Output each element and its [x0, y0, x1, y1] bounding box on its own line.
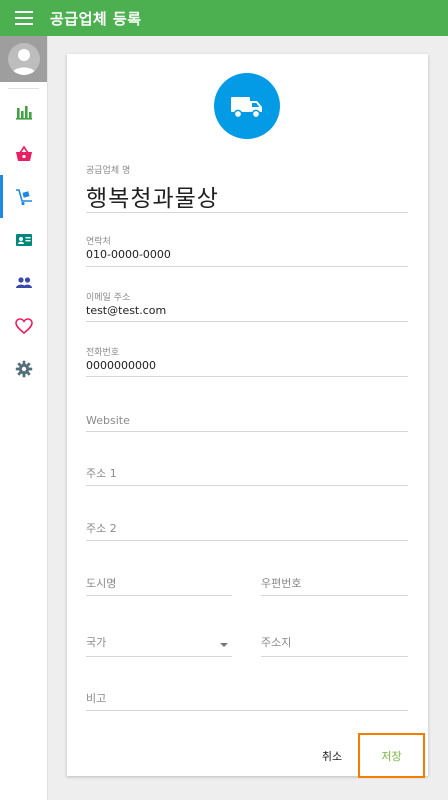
email-value: test@test.com	[86, 304, 167, 317]
address1-field[interactable]: 주소 1	[86, 464, 408, 486]
sidebar-item-orders[interactable]	[0, 132, 47, 175]
cancel-button[interactable]: 취소	[310, 733, 354, 778]
sidebar-item-dashboard[interactable]	[0, 89, 47, 132]
sidebar-item-settings[interactable]	[0, 347, 47, 390]
address1-placeholder: 주소 1	[86, 467, 117, 480]
state-placeholder: 주소지	[261, 636, 292, 649]
note-placeholder: 비고	[86, 692, 107, 705]
page-title: 공급업체 등록	[50, 9, 142, 28]
supplier-name-label: 공급업체 명	[86, 166, 131, 176]
app-bar: 공급업체 등록	[0, 0, 448, 36]
sidebar-item-suppliers[interactable]	[0, 175, 47, 218]
zip-placeholder: 우편번호	[261, 577, 302, 590]
sidebar-item-contacts[interactable]	[0, 218, 47, 261]
country-placeholder: 국가	[86, 636, 107, 649]
save-button[interactable]: 저장	[358, 733, 425, 778]
shopping-basket-icon	[15, 145, 32, 161]
city-placeholder: 도시명	[86, 577, 117, 590]
supplier-avatar	[214, 73, 280, 139]
chevron-down-icon	[220, 643, 228, 647]
hand-truck-icon	[15, 188, 32, 205]
website-placeholder: Website	[86, 414, 130, 427]
people-icon	[15, 276, 32, 288]
phone-field[interactable]: 전화번호 0000000000	[86, 345, 408, 377]
user-avatar-icon	[7, 43, 40, 75]
note-field[interactable]: 비고	[86, 687, 408, 711]
address2-field[interactable]: 주소 2	[86, 518, 408, 541]
sidebar	[0, 36, 48, 800]
truck-icon	[231, 97, 262, 119]
phone-label: 전화번호	[86, 348, 120, 358]
zip-field[interactable]: 우편번호	[261, 573, 408, 596]
sidebar-item-customers[interactable]	[0, 261, 47, 304]
supplier-name-field[interactable]: 공급업체 명 행복청과물상	[86, 161, 408, 213]
sidebar-item-favorites[interactable]	[0, 304, 47, 347]
menu-button[interactable]	[0, 0, 48, 36]
id-card-icon	[15, 233, 32, 246]
supplier-form-card: 공급업체 명 행복청과물상 연락처 010-0000-0000 이메일 주소 t…	[67, 54, 428, 778]
city-field[interactable]: 도시명	[86, 573, 232, 596]
supplier-name-value: 행복청과물상	[86, 186, 219, 212]
contact-value: 010-0000-0000	[86, 248, 171, 261]
address2-placeholder: 주소 2	[86, 522, 117, 535]
contact-field[interactable]: 연락처 010-0000-0000	[86, 234, 408, 267]
phone-value: 0000000000	[86, 359, 156, 372]
state-field[interactable]: 주소지	[261, 632, 408, 657]
email-field[interactable]: 이메일 주소 test@test.com	[86, 290, 408, 322]
avatar[interactable]	[0, 36, 47, 82]
bar-chart-icon	[15, 105, 32, 120]
contact-label: 연락처	[86, 237, 111, 247]
gear-icon	[15, 360, 32, 377]
country-select[interactable]: 국가	[86, 632, 232, 657]
hamburger-menu-icon	[15, 11, 33, 25]
website-field[interactable]: Website	[86, 409, 408, 432]
heart-icon	[14, 317, 33, 334]
email-label: 이메일 주소	[86, 293, 131, 303]
